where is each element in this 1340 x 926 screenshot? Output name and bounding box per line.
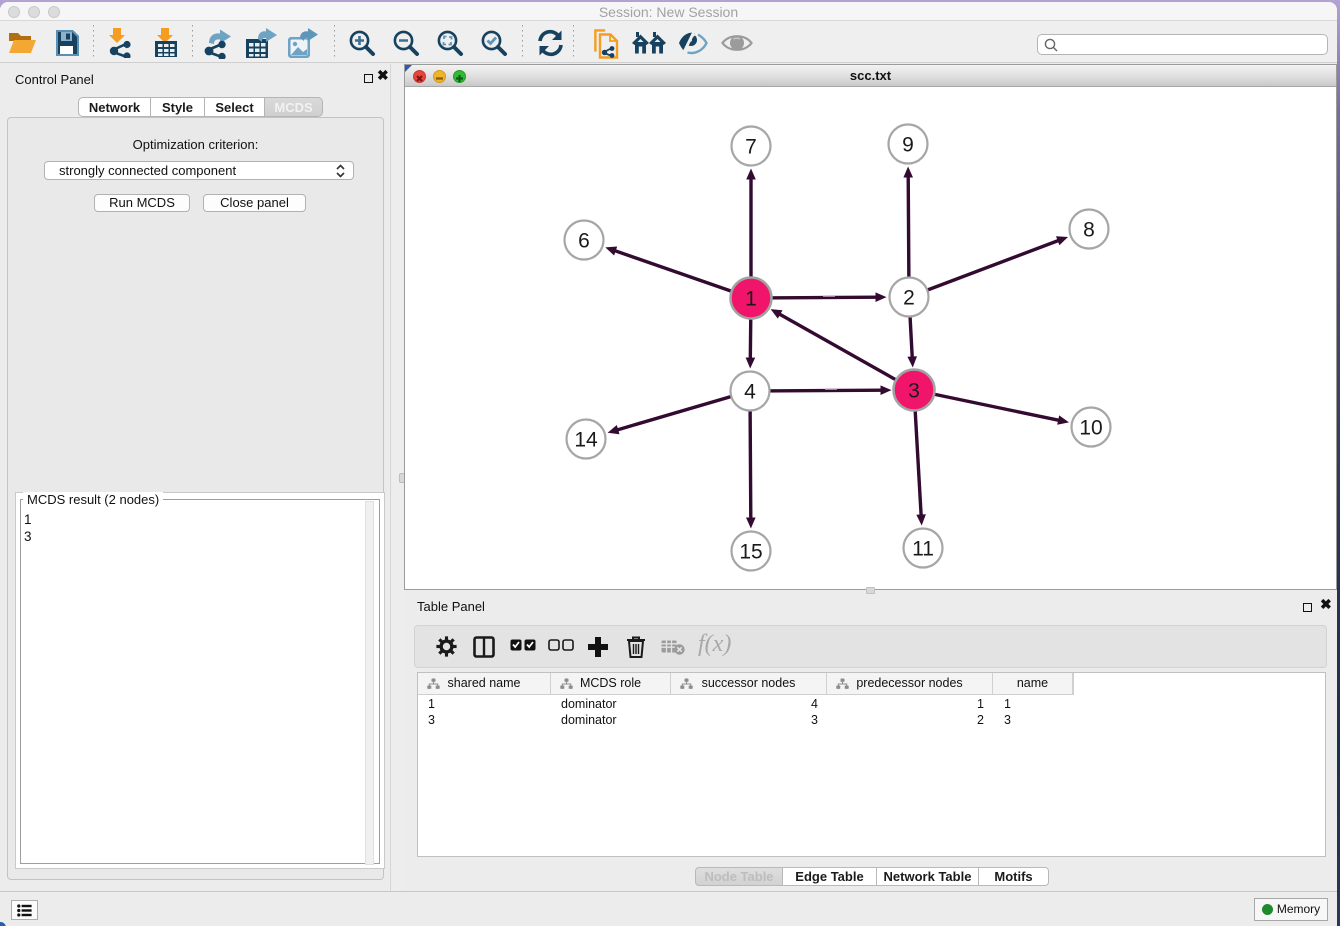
- svg-text:10: 10: [1079, 417, 1102, 440]
- svg-text:14: 14: [574, 429, 598, 452]
- svg-text:7: 7: [745, 136, 757, 159]
- svg-text:2: 2: [903, 287, 915, 310]
- svg-text:1: 1: [745, 288, 757, 311]
- svg-text:4: 4: [744, 381, 756, 404]
- svg-text:9: 9: [902, 134, 914, 157]
- svg-text:15: 15: [739, 541, 762, 564]
- svg-text:11: 11: [912, 538, 934, 561]
- svg-text:3: 3: [908, 380, 920, 403]
- svg-text:6: 6: [578, 230, 590, 253]
- svg-text:8: 8: [1083, 219, 1095, 242]
